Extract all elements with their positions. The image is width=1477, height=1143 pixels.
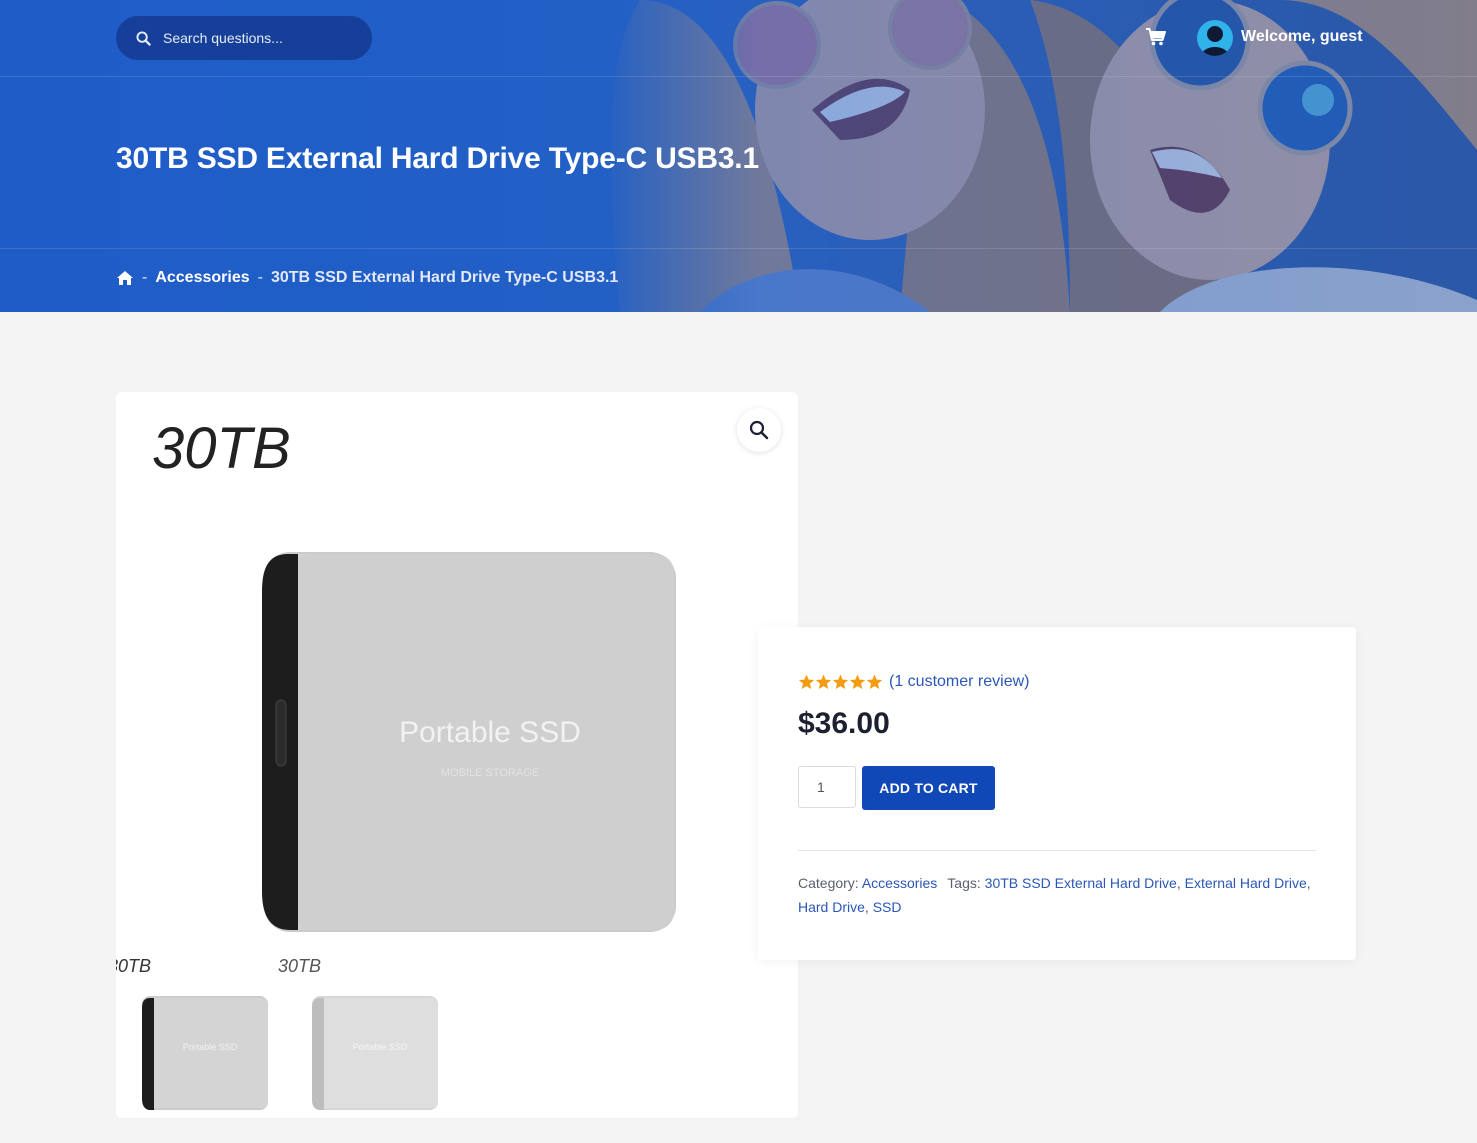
star-icon	[832, 674, 849, 690]
zoom-button[interactable]	[737, 408, 781, 452]
product-summary-card: (1 customer review) $36.00 ADD TO CART C…	[758, 627, 1356, 960]
thumb-brand-text: Portable SSD	[183, 1042, 238, 1052]
summary-divider	[798, 850, 1316, 851]
product-main-image[interactable]: 30TB Portable SSD MOBILE STORAGE 30TB 30…	[116, 392, 798, 992]
hero-divider-bottom	[0, 248, 1477, 249]
breadcrumb-current-page: 30TB SSD External Hard Drive Type-C USB3…	[270, 269, 619, 286]
category-link[interactable]: Accessories	[862, 875, 937, 891]
tag-link[interactable]: Hard Drive	[798, 899, 865, 915]
tag-link[interactable]: SSD	[873, 899, 902, 915]
search-input[interactable]	[161, 29, 355, 47]
tag-link[interactable]: 30TB SSD External Hard Drive	[985, 875, 1177, 891]
user-silhouette-icon	[1201, 26, 1229, 56]
user-avatar[interactable]	[1197, 20, 1233, 56]
breadcrumb-separator: -	[257, 269, 263, 286]
star-icon	[815, 674, 832, 690]
star-icon	[798, 674, 815, 690]
star-icon	[849, 674, 866, 690]
page-title: 30TB SSD External Hard Drive Type-C USB3…	[116, 142, 759, 175]
star-rating	[798, 674, 883, 690]
customer-review-link[interactable]: (1 customer review)	[889, 673, 1029, 691]
add-to-cart-button[interactable]: ADD TO CART	[862, 766, 995, 810]
tags-label: Tags:	[947, 875, 981, 891]
category-label: Category:	[798, 875, 859, 891]
page-hero: Welcome, guest 30TB SSD External Hard Dr…	[0, 0, 1477, 312]
product-meta: Category: Accessories Tags: 30TB SSD Exte…	[798, 871, 1323, 919]
gallery-thumbnail-2[interactable]: Portable SSD	[310, 992, 440, 1112]
search-bar[interactable]	[116, 16, 372, 60]
welcome-guest-link[interactable]: Welcome, guest	[1241, 28, 1363, 46]
product-brand-text: Portable SSD	[399, 716, 581, 749]
quantity-input[interactable]	[798, 766, 856, 808]
product-brand-subtext: MOBILE STORAGE	[441, 767, 539, 779]
product-rating: (1 customer review)	[798, 673, 1029, 691]
breadcrumb-separator: -	[142, 269, 148, 286]
search-icon	[136, 30, 151, 46]
magnifier-icon	[749, 420, 769, 440]
thumb-capacity-label: 30TB	[116, 956, 151, 976]
breadcrumb-accessories-link[interactable]: Accessories	[155, 269, 249, 287]
thumb-capacity-label: 30TB	[278, 956, 321, 976]
hero-divider-top	[0, 76, 1477, 77]
capacity-label: 30TB	[152, 416, 291, 481]
home-icon[interactable]	[116, 270, 134, 286]
star-icon	[866, 674, 883, 690]
cart-icon[interactable]	[1146, 28, 1166, 46]
gallery-thumbnail-1[interactable]: Portable SSD	[140, 992, 270, 1112]
product-price: $36.00	[798, 707, 890, 740]
thumb-brand-text: Portable SSD	[353, 1042, 408, 1052]
product-gallery: 30TB Portable SSD MOBILE STORAGE 30TB 30…	[116, 392, 798, 1118]
tag-link[interactable]: External Hard Drive	[1185, 875, 1307, 891]
breadcrumb: - Accessories - 30TB SSD External Hard D…	[116, 269, 618, 287]
